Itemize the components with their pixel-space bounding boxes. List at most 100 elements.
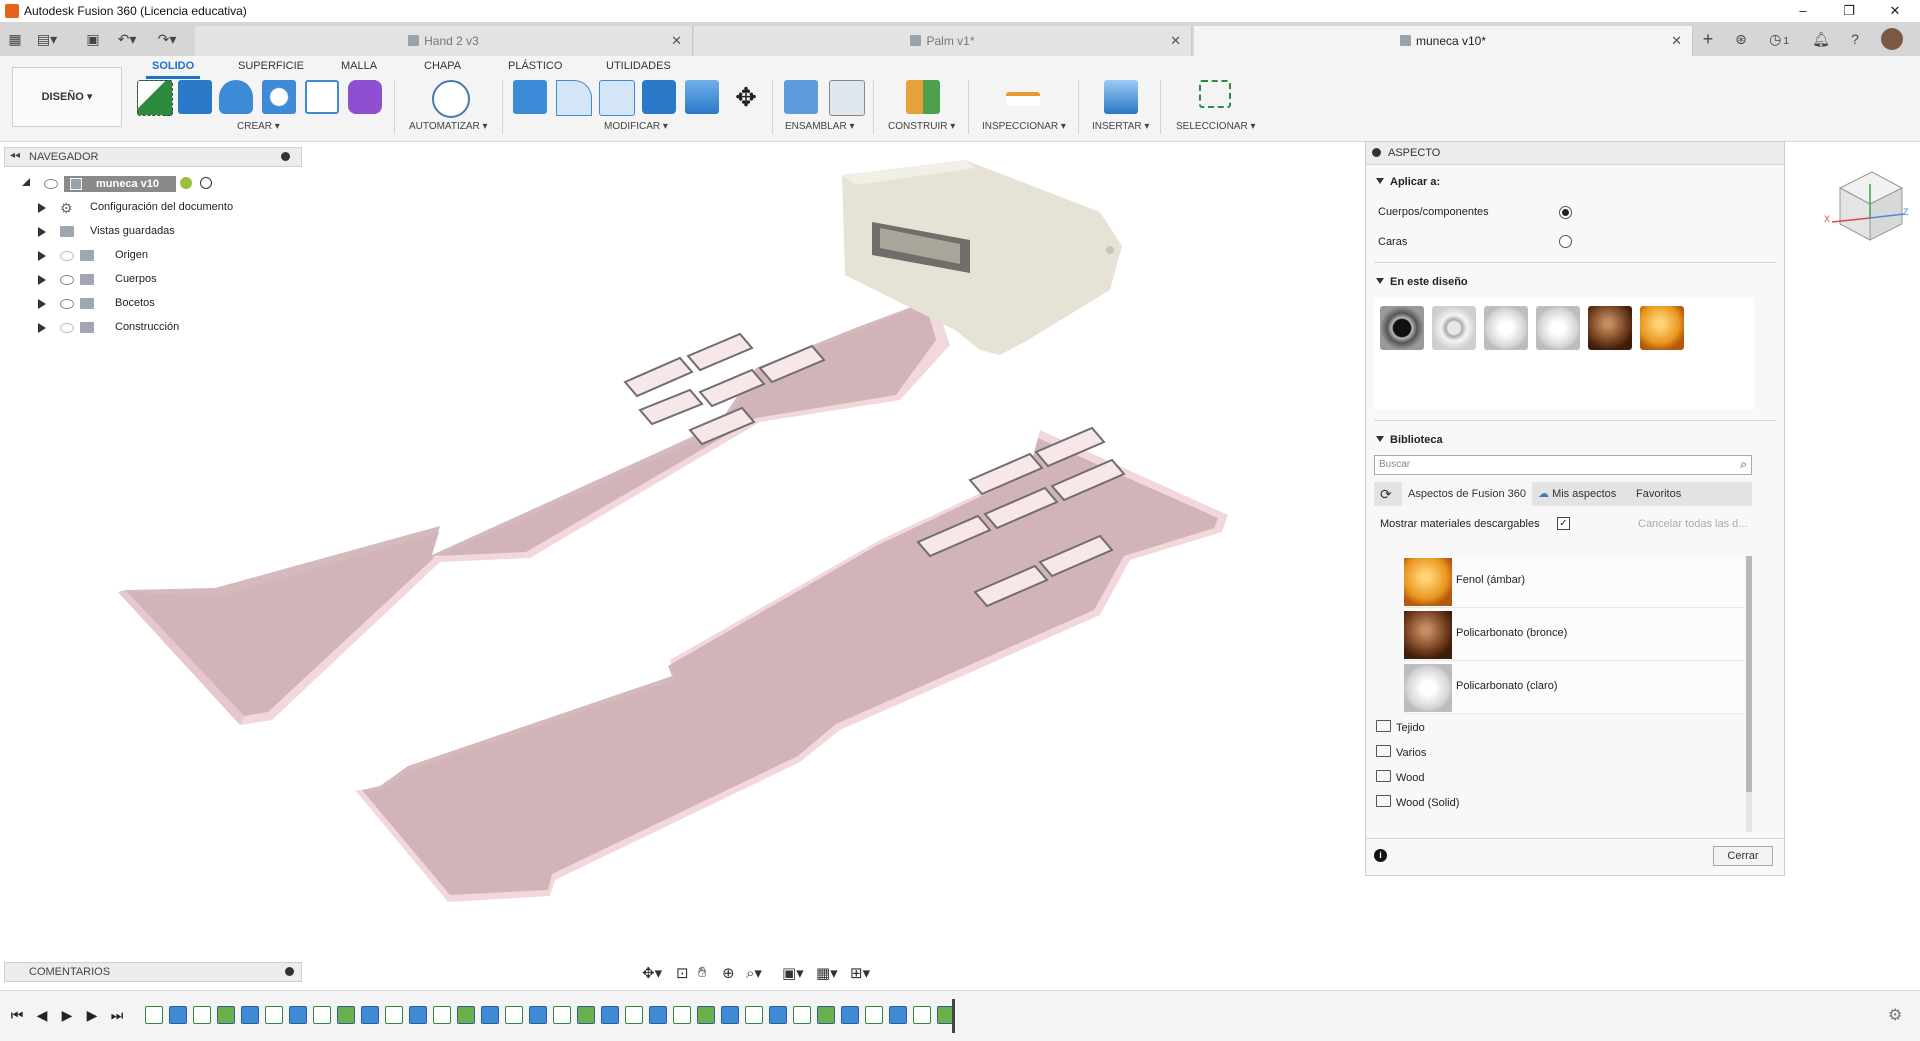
timeline-feature-icon[interactable] (625, 1006, 643, 1024)
section-in-this-design[interactable]: En este diseño (1376, 276, 1468, 288)
refresh-icon[interactable]: ⟳ (1380, 482, 1392, 506)
appearance-swatch[interactable] (1588, 306, 1632, 350)
appearance-swatch[interactable] (1380, 306, 1424, 350)
search-icon[interactable]: ⌕ (1740, 457, 1747, 472)
tab-favorites[interactable]: Favoritos (1636, 482, 1681, 506)
offset-plane-icon[interactable] (906, 80, 940, 114)
grid-settings-icon[interactable]: ▦▾ (816, 964, 838, 982)
collapse-left-icon[interactable]: ◂◂ (10, 150, 20, 161)
option-bodies-radio[interactable] (1559, 206, 1572, 219)
tab-solido[interactable]: SOLIDO (145, 60, 201, 79)
library-scrollbar[interactable] (1746, 556, 1752, 832)
timeline-feature-icon[interactable] (721, 1006, 739, 1024)
timeline-feature-icon[interactable] (433, 1006, 451, 1024)
shell-icon[interactable] (685, 80, 719, 114)
navigator-item-construction[interactable]: Construcción (0, 318, 300, 338)
expand-arrow-icon[interactable] (38, 299, 46, 309)
library-item-phenol-amber[interactable]: Fenol (ámbar) (1404, 556, 1744, 608)
plate-body[interactable] (355, 426, 1228, 902)
tab-superficie[interactable]: SUPERFICIE (238, 60, 304, 72)
timeline-feature-icon[interactable] (145, 1006, 163, 1024)
group-ensamblar[interactable]: ENSAMBLAR ▾ (785, 121, 855, 132)
timeline-feature-icon[interactable] (817, 1006, 835, 1024)
info-icon[interactable]: i (1374, 849, 1387, 862)
tab-hand-2-v3[interactable]: Hand 2 v3 ✕ (195, 26, 693, 56)
library-search-input[interactable]: Buscar ⌕ (1374, 455, 1752, 475)
group-insertar[interactable]: INSERTAR ▾ (1092, 121, 1149, 132)
move-icon[interactable]: ✥ (729, 80, 763, 114)
timeline-end-icon[interactable]: ⏭ (108, 1006, 126, 1024)
expand-arrow-icon[interactable] (38, 251, 46, 261)
panel-collapse-icon[interactable] (1372, 148, 1381, 157)
navigator-item-bodies[interactable]: Cuerpos (0, 270, 300, 290)
timeline-feature-icon[interactable] (409, 1006, 427, 1024)
display-settings-icon[interactable]: ▣▾ (782, 964, 804, 982)
tab-utilidades[interactable]: UTILIDADES (606, 60, 671, 72)
save-icon[interactable]: ▣ (82, 28, 104, 50)
close-tab-icon[interactable]: ✕ (1170, 33, 1181, 49)
timeline-feature-icon[interactable] (649, 1006, 667, 1024)
tab-palm-v1[interactable]: Palm v1* ✕ (694, 26, 1192, 56)
section-library[interactable]: Biblioteca (1376, 434, 1443, 446)
timeline-settings-gear-icon[interactable]: ⚙ (1888, 1005, 1902, 1025)
timeline-feature-icon[interactable] (241, 1006, 259, 1024)
expand-arrow-icon[interactable] (38, 275, 46, 285)
hole-icon[interactable] (262, 80, 296, 114)
fit-icon[interactable]: ⌕▾ (746, 964, 762, 982)
timeline-feature-icon[interactable] (217, 1006, 235, 1024)
library-folder-tejido[interactable]: Tejido (1376, 720, 1425, 734)
tab-malla[interactable]: MALLA (341, 60, 377, 72)
activate-icon[interactable] (180, 177, 192, 189)
timeline-feature-icon[interactable] (601, 1006, 619, 1024)
timeline-feature-icon[interactable] (841, 1006, 859, 1024)
visibility-eye-icon[interactable] (44, 179, 58, 189)
close-window-button[interactable]: ✕ (1872, 0, 1918, 22)
navigator-root[interactable]: muneca v10 (0, 174, 300, 194)
restore-button[interactable]: ❐ (1826, 0, 1872, 22)
option-faces-radio[interactable] (1559, 235, 1572, 248)
timeline-feature-icon[interactable] (553, 1006, 571, 1024)
timeline-feature-icon[interactable] (793, 1006, 811, 1024)
timeline-feature-icon[interactable] (193, 1006, 211, 1024)
library-scrollbar-thumb[interactable] (1746, 556, 1752, 792)
timeline-feature-icon[interactable] (361, 1006, 379, 1024)
radio-active-icon[interactable] (200, 177, 212, 189)
timeline-start-icon[interactable]: ⏮ (8, 1006, 26, 1024)
select-box-icon[interactable] (1199, 80, 1231, 108)
timeline-feature-icon[interactable] (385, 1006, 403, 1024)
help-icon[interactable]: ? (1844, 28, 1866, 50)
group-modificar[interactable]: MODIFICAR ▾ (604, 121, 668, 132)
job-status-icon[interactable]: ◷ 1 (1762, 28, 1796, 50)
timeline-feature-icon[interactable] (913, 1006, 931, 1024)
timeline-feature-icon[interactable] (265, 1006, 283, 1024)
zoom-icon[interactable]: ⊕ (722, 964, 735, 982)
close-button[interactable]: Cerrar (1713, 846, 1773, 866)
view-cube[interactable]: X Z (1810, 160, 1910, 260)
library-folder-wood-solid[interactable]: Wood (Solid) (1376, 795, 1459, 809)
timeline-feature-icon[interactable] (457, 1006, 475, 1024)
pin-icon[interactable] (281, 152, 290, 161)
timeline-feature-icon[interactable] (529, 1006, 547, 1024)
library-folder-varios[interactable]: Varios (1376, 745, 1426, 759)
timeline-feature-icon[interactable] (313, 1006, 331, 1024)
create-form-icon[interactable] (348, 80, 382, 114)
timeline-feature-icon[interactable] (169, 1006, 187, 1024)
timeline-feature-icon[interactable] (481, 1006, 499, 1024)
timeline-feature-icon[interactable] (769, 1006, 787, 1024)
undo-icon[interactable]: ↶▾ (116, 28, 138, 50)
minimize-button[interactable]: – (1780, 0, 1826, 22)
group-construir[interactable]: CONSTRUIR ▾ (888, 121, 955, 132)
visibility-eye-icon[interactable] (60, 275, 74, 285)
notifications-icon[interactable]: 🔔︎ (1810, 28, 1832, 50)
group-inspeccionar[interactable]: INSPECCIONAR ▾ (982, 121, 1066, 132)
measure-icon[interactable] (1006, 92, 1040, 106)
timeline-feature-icon[interactable] (889, 1006, 907, 1024)
workspace-switcher[interactable]: DISEÑO ▾ (12, 67, 122, 127)
joint-icon[interactable] (829, 80, 865, 116)
close-tab-icon[interactable]: ✕ (671, 33, 682, 49)
timeline-forward-icon[interactable]: ▶ (83, 1006, 101, 1024)
insert-image-icon[interactable] (1104, 80, 1138, 114)
show-downloadable-checkbox[interactable]: ✓ (1557, 517, 1570, 530)
section-apply-to[interactable]: Aplicar a: (1376, 176, 1440, 188)
fillet-icon[interactable] (556, 80, 592, 116)
